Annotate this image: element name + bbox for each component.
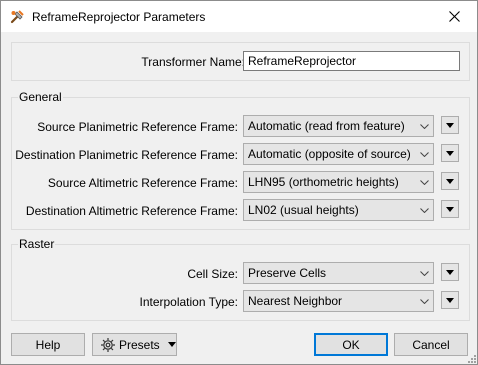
close-icon bbox=[448, 11, 460, 22]
transformer-name-input[interactable] bbox=[243, 51, 460, 71]
triangle-down-icon bbox=[446, 297, 454, 303]
general-group: General Source Planimetric Reference Fra… bbox=[11, 90, 470, 230]
source-planimetric-menu-button[interactable] bbox=[441, 116, 459, 134]
gear-icon bbox=[101, 337, 115, 352]
interpolation-type-select[interactable]: Nearest Neighbor bbox=[243, 290, 434, 312]
chevron-down-icon bbox=[416, 263, 433, 283]
resize-grip-icon[interactable] bbox=[466, 353, 476, 363]
source-planimetric-select[interactable]: Automatic (read from feature) bbox=[243, 115, 434, 137]
source-altimetric-label: Source Altimetric Reference Frame: bbox=[47, 176, 238, 190]
dialog-window: ReframeReprojector Parameters Transforme… bbox=[0, 0, 478, 365]
destination-altimetric-label: Destination Altimetric Reference Frame: bbox=[25, 204, 238, 218]
chevron-down-icon bbox=[416, 291, 433, 311]
destination-planimetric-label: Destination Planimetric Reference Frame: bbox=[15, 148, 238, 162]
raster-group: Raster Cell Size: Preserve Cells Interpo… bbox=[11, 237, 470, 321]
destination-altimetric-value: LN02 (usual heights) bbox=[248, 203, 359, 217]
chevron-down-icon bbox=[416, 172, 433, 192]
presets-button[interactable]: Presets bbox=[92, 333, 177, 356]
destination-altimetric-select[interactable]: LN02 (usual heights) bbox=[243, 199, 434, 221]
ok-button[interactable]: OK bbox=[314, 333, 388, 356]
chevron-down-icon bbox=[416, 116, 433, 136]
cell-size-label: Cell Size: bbox=[187, 267, 238, 281]
window-title: ReframeReprojector Parameters bbox=[32, 10, 206, 24]
triangle-down-icon bbox=[446, 269, 454, 275]
source-planimetric-label: Source Planimetric Reference Frame: bbox=[37, 120, 238, 134]
chevron-down-icon bbox=[416, 200, 433, 220]
destination-planimetric-value: Automatic (opposite of source) bbox=[248, 147, 411, 161]
transformer-wrench-icon bbox=[9, 9, 25, 25]
cell-size-value: Preserve Cells bbox=[248, 266, 327, 280]
destination-planimetric-select[interactable]: Automatic (opposite of source) bbox=[243, 143, 434, 165]
general-group-title: General bbox=[18, 90, 63, 104]
raster-group-title: Raster bbox=[18, 237, 56, 251]
source-altimetric-select[interactable]: LHN95 (orthometric heights) bbox=[243, 171, 434, 193]
destination-altimetric-menu-button[interactable] bbox=[441, 200, 459, 218]
title-bar[interactable]: ReframeReprojector Parameters bbox=[1, 1, 477, 32]
triangle-down-icon bbox=[446, 206, 454, 212]
cell-size-select[interactable]: Preserve Cells bbox=[243, 262, 434, 284]
presets-label: Presets bbox=[119, 337, 160, 352]
transformer-name-label: Transformer Name: bbox=[141, 55, 245, 69]
cancel-button[interactable]: Cancel bbox=[394, 333, 468, 356]
triangle-down-icon bbox=[446, 178, 454, 184]
triangle-down-icon bbox=[167, 342, 176, 347]
triangle-down-icon bbox=[446, 122, 454, 128]
source-altimetric-menu-button[interactable] bbox=[441, 172, 459, 190]
interpolation-type-value: Nearest Neighbor bbox=[248, 294, 343, 308]
help-button[interactable]: Help bbox=[11, 333, 85, 356]
interpolation-type-label: Interpolation Type: bbox=[139, 295, 238, 309]
interpolation-type-menu-button[interactable] bbox=[441, 291, 459, 309]
source-planimetric-value: Automatic (read from feature) bbox=[248, 119, 405, 133]
cell-size-menu-button[interactable] bbox=[441, 263, 459, 281]
triangle-down-icon bbox=[446, 150, 454, 156]
source-altimetric-value: LHN95 (orthometric heights) bbox=[248, 175, 399, 189]
destination-planimetric-menu-button[interactable] bbox=[441, 144, 459, 162]
transformer-name-group: Transformer Name: bbox=[11, 42, 470, 81]
chevron-down-icon bbox=[416, 144, 433, 164]
close-button[interactable] bbox=[431, 1, 477, 32]
